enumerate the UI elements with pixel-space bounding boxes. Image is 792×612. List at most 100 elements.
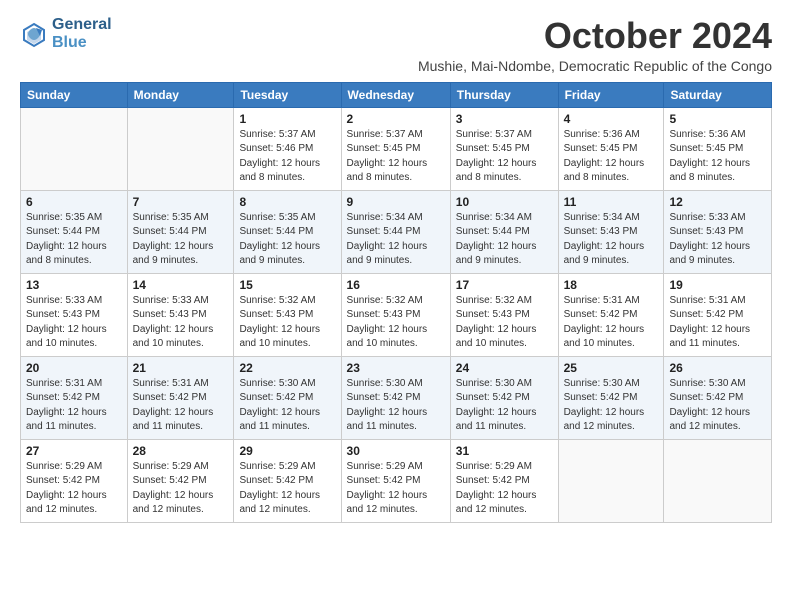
day-info: Sunrise: 5:32 AM Sunset: 5:43 PM Dayligh…	[347, 294, 445, 352]
logo-icon	[20, 20, 48, 48]
day-info: Sunrise: 5:29 AM Sunset: 5:42 PM Dayligh…	[347, 460, 445, 518]
day-number: 29	[239, 444, 335, 458]
day-info: Sunrise: 5:31 AM Sunset: 5:42 PM Dayligh…	[564, 294, 659, 352]
table-cell: 8 Sunrise: 5:35 AM Sunset: 5:44 PM Daylig…	[234, 190, 341, 273]
table-cell: 12Sunrise: 5:33 AM Sunset: 5:43 PM Dayli…	[664, 190, 772, 273]
day-info: Sunrise: 5:29 AM Sunset: 5:42 PM Dayligh…	[239, 460, 335, 518]
day-number: 26	[669, 361, 766, 375]
week-row-1: 6 Sunrise: 5:35 AM Sunset: 5:44 PM Daylig…	[21, 190, 772, 273]
table-cell: 10Sunrise: 5:34 AM Sunset: 5:44 PM Dayli…	[450, 190, 558, 273]
col-sunday: Sunday	[21, 82, 128, 107]
day-number: 11	[564, 195, 659, 209]
table-cell: 31Sunrise: 5:29 AM Sunset: 5:42 PM Dayli…	[450, 439, 558, 522]
table-cell: 6 Sunrise: 5:35 AM Sunset: 5:44 PM Daylig…	[21, 190, 128, 273]
day-number: 25	[564, 361, 659, 375]
day-number: 22	[239, 361, 335, 375]
day-number: 15	[239, 278, 335, 292]
day-number: 31	[456, 444, 553, 458]
week-row-0: 1Sunrise: 5:37 AM Sunset: 5:46 PM Daylig…	[21, 107, 772, 190]
day-info: Sunrise: 5:37 AM Sunset: 5:45 PM Dayligh…	[347, 128, 445, 186]
table-cell: 5Sunrise: 5:36 AM Sunset: 5:45 PM Daylig…	[664, 107, 772, 190]
table-cell	[664, 439, 772, 522]
calendar-table: Sunday Monday Tuesday Wednesday Thursday…	[20, 82, 772, 523]
table-cell: 4 Sunrise: 5:36 AM Sunset: 5:45 PM Daylig…	[558, 107, 664, 190]
day-info: Sunrise: 5:29 AM Sunset: 5:42 PM Dayligh…	[26, 460, 122, 518]
table-cell: 23 Sunrise: 5:30 AM Sunset: 5:42 PM Dayli…	[341, 356, 450, 439]
table-cell: 3Sunrise: 5:37 AM Sunset: 5:45 PM Daylig…	[450, 107, 558, 190]
day-info: Sunrise: 5:30 AM Sunset: 5:42 PM Dayligh…	[239, 377, 335, 435]
table-cell: 14 Sunrise: 5:33 AM Sunset: 5:43 PM Dayli…	[127, 273, 234, 356]
day-number: 14	[133, 278, 229, 292]
table-cell: 21 Sunrise: 5:31 AM Sunset: 5:42 PM Dayli…	[127, 356, 234, 439]
day-info: Sunrise: 5:35 AM Sunset: 5:44 PM Dayligh…	[26, 211, 122, 269]
day-number: 9	[347, 195, 445, 209]
day-info: Sunrise: 5:35 AM Sunset: 5:44 PM Dayligh…	[133, 211, 229, 269]
table-cell: 20Sunrise: 5:31 AM Sunset: 5:42 PM Dayli…	[21, 356, 128, 439]
day-info: Sunrise: 5:29 AM Sunset: 5:42 PM Dayligh…	[133, 460, 229, 518]
table-cell: 25Sunrise: 5:30 AM Sunset: 5:42 PM Dayli…	[558, 356, 664, 439]
day-number: 21	[133, 361, 229, 375]
day-number: 3	[456, 112, 553, 126]
header-row: Sunday Monday Tuesday Wednesday Thursday…	[21, 82, 772, 107]
table-cell: 27 Sunrise: 5:29 AM Sunset: 5:42 PM Dayli…	[21, 439, 128, 522]
day-number: 5	[669, 112, 766, 126]
table-cell: 16 Sunrise: 5:32 AM Sunset: 5:43 PM Dayli…	[341, 273, 450, 356]
week-row-4: 27 Sunrise: 5:29 AM Sunset: 5:42 PM Dayli…	[21, 439, 772, 522]
table-cell: 9 Sunrise: 5:34 AM Sunset: 5:44 PM Daylig…	[341, 190, 450, 273]
table-cell: 2 Sunrise: 5:37 AM Sunset: 5:45 PM Daylig…	[341, 107, 450, 190]
week-row-3: 20Sunrise: 5:31 AM Sunset: 5:42 PM Dayli…	[21, 356, 772, 439]
day-info: Sunrise: 5:33 AM Sunset: 5:43 PM Dayligh…	[133, 294, 229, 352]
day-info: Sunrise: 5:33 AM Sunset: 5:43 PM Dayligh…	[26, 294, 122, 352]
day-number: 18	[564, 278, 659, 292]
table-cell: 26 Sunrise: 5:30 AM Sunset: 5:42 PM Dayli…	[664, 356, 772, 439]
day-number: 8	[239, 195, 335, 209]
page: General Blue October 2024 Mushie, Mai-Nd…	[0, 0, 792, 612]
day-info: Sunrise: 5:31 AM Sunset: 5:42 PM Dayligh…	[669, 294, 766, 352]
day-number: 27	[26, 444, 122, 458]
table-cell	[558, 439, 664, 522]
month-title: October 2024	[418, 16, 772, 56]
day-info: Sunrise: 5:34 AM Sunset: 5:44 PM Dayligh…	[347, 211, 445, 269]
header: General Blue October 2024 Mushie, Mai-Nd…	[20, 16, 772, 74]
day-number: 13	[26, 278, 122, 292]
logo-text: General Blue	[52, 16, 112, 51]
table-cell	[127, 107, 234, 190]
day-info: Sunrise: 5:30 AM Sunset: 5:42 PM Dayligh…	[456, 377, 553, 435]
title-block: October 2024 Mushie, Mai-Ndombe, Democra…	[418, 16, 772, 74]
day-number: 2	[347, 112, 445, 126]
day-number: 16	[347, 278, 445, 292]
col-wednesday: Wednesday	[341, 82, 450, 107]
table-cell: 29 Sunrise: 5:29 AM Sunset: 5:42 PM Dayli…	[234, 439, 341, 522]
day-info: Sunrise: 5:34 AM Sunset: 5:43 PM Dayligh…	[564, 211, 659, 269]
day-info: Sunrise: 5:35 AM Sunset: 5:44 PM Dayligh…	[239, 211, 335, 269]
col-friday: Friday	[558, 82, 664, 107]
day-info: Sunrise: 5:32 AM Sunset: 5:43 PM Dayligh…	[456, 294, 553, 352]
day-info: Sunrise: 5:36 AM Sunset: 5:45 PM Dayligh…	[564, 128, 659, 186]
day-info: Sunrise: 5:31 AM Sunset: 5:42 PM Dayligh…	[133, 377, 229, 435]
table-cell: 19 Sunrise: 5:31 AM Sunset: 5:42 PM Dayli…	[664, 273, 772, 356]
day-number: 7	[133, 195, 229, 209]
col-saturday: Saturday	[664, 82, 772, 107]
day-number: 30	[347, 444, 445, 458]
day-number: 28	[133, 444, 229, 458]
table-cell: 24 Sunrise: 5:30 AM Sunset: 5:42 PM Dayli…	[450, 356, 558, 439]
table-cell: 11 Sunrise: 5:34 AM Sunset: 5:43 PM Dayli…	[558, 190, 664, 273]
location-subtitle: Mushie, Mai-Ndombe, Democratic Republic …	[418, 58, 772, 74]
col-tuesday: Tuesday	[234, 82, 341, 107]
table-cell: 28 Sunrise: 5:29 AM Sunset: 5:42 PM Dayli…	[127, 439, 234, 522]
col-thursday: Thursday	[450, 82, 558, 107]
day-number: 23	[347, 361, 445, 375]
day-number: 19	[669, 278, 766, 292]
table-cell: 15Sunrise: 5:32 AM Sunset: 5:43 PM Dayli…	[234, 273, 341, 356]
day-info: Sunrise: 5:30 AM Sunset: 5:42 PM Dayligh…	[669, 377, 766, 435]
day-number: 6	[26, 195, 122, 209]
day-number: 24	[456, 361, 553, 375]
day-info: Sunrise: 5:30 AM Sunset: 5:42 PM Dayligh…	[347, 377, 445, 435]
week-row-2: 13 Sunrise: 5:33 AM Sunset: 5:43 PM Dayli…	[21, 273, 772, 356]
day-info: Sunrise: 5:31 AM Sunset: 5:42 PM Dayligh…	[26, 377, 122, 435]
day-number: 4	[564, 112, 659, 126]
table-cell: 1Sunrise: 5:37 AM Sunset: 5:46 PM Daylig…	[234, 107, 341, 190]
table-cell: 22 Sunrise: 5:30 AM Sunset: 5:42 PM Dayli…	[234, 356, 341, 439]
table-cell: 30 Sunrise: 5:29 AM Sunset: 5:42 PM Dayli…	[341, 439, 450, 522]
table-cell: 13 Sunrise: 5:33 AM Sunset: 5:43 PM Dayli…	[21, 273, 128, 356]
